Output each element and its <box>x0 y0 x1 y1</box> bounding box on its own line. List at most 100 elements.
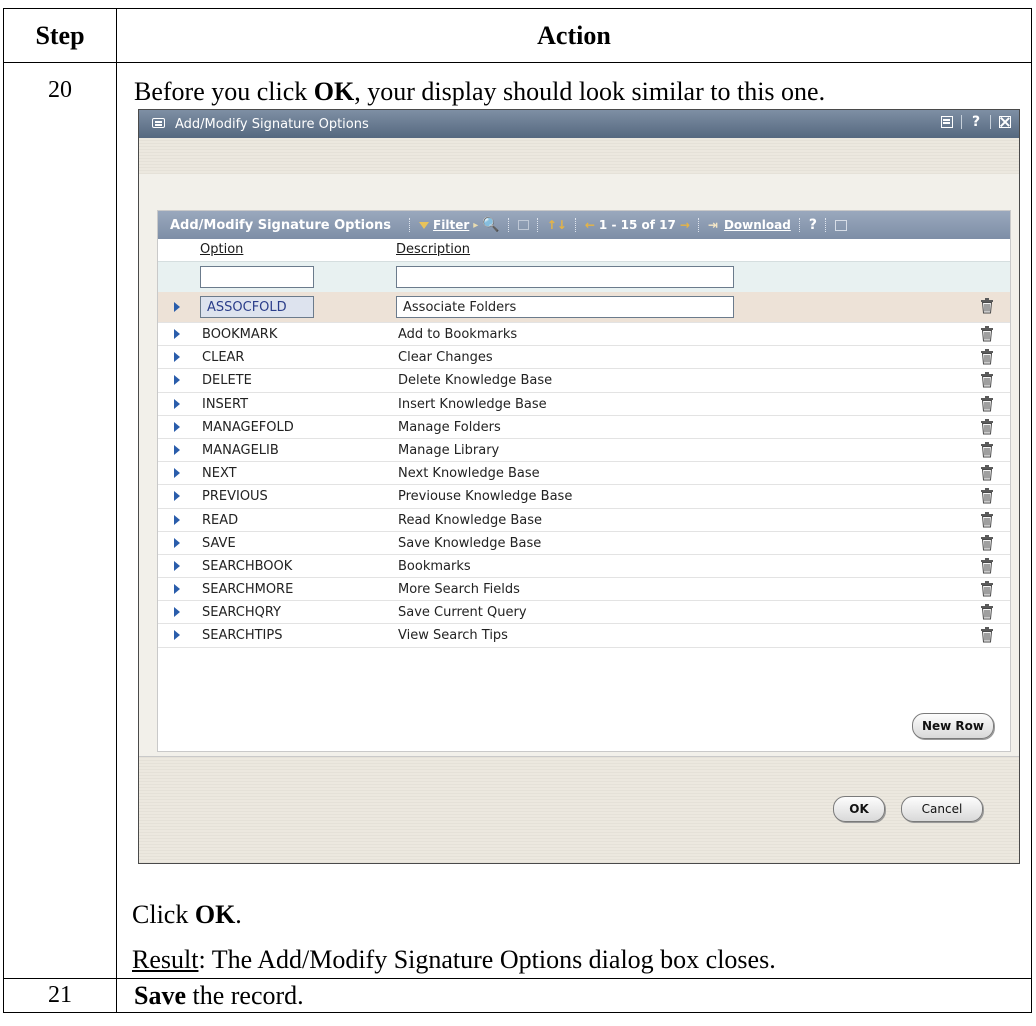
table-row[interactable]: SEARCHTIPS View Search Tips <box>158 624 1010 648</box>
table-row[interactable]: SEARCHBOOK Bookmarks <box>158 555 1010 579</box>
column-headers: Option Description <box>158 239 1010 261</box>
download-icon: ⇥ <box>707 218 718 232</box>
trash-icon[interactable] <box>980 488 994 504</box>
description-cell: Read Knowledge Base <box>398 512 543 528</box>
ok-button[interactable]: OK <box>833 796 885 822</box>
row-expand-icon[interactable] <box>174 444 180 455</box>
option-cell: SEARCHTIPS <box>202 628 283 644</box>
trash-icon[interactable] <box>980 418 994 435</box>
option-cell: MANAGEFOLD <box>202 419 294 435</box>
option-cell: SEARCHQRY <box>202 605 281 621</box>
row-expand-icon[interactable] <box>174 491 180 502</box>
row-expand-icon[interactable] <box>174 560 180 571</box>
binoculars-icon[interactable]: 🔍 <box>482 217 499 233</box>
trash-icon[interactable] <box>980 441 994 458</box>
description-cell[interactable]: Associate Folders <box>396 296 734 318</box>
filter-icon <box>419 221 430 229</box>
options-grid-panel: Add/Modify Signature Options Filter ▸ 🔍 … <box>157 210 1011 752</box>
table-row[interactable]: SEARCHMORE More Search Fields <box>158 578 1010 602</box>
trash-icon[interactable] <box>980 557 994 574</box>
action-header: Action <box>116 8 1032 63</box>
table-row[interactable]: ASSOCFOLD Associate Folders <box>158 292 1010 323</box>
row-expand-icon[interactable] <box>174 537 180 548</box>
description-cell: Delete Knowledge Base <box>398 373 553 389</box>
description-cell: Bookmarks <box>398 558 471 574</box>
columns-icon[interactable] <box>517 220 529 230</box>
result-text: Result: The Add/Modify Signature Options… <box>132 945 776 974</box>
sort-down-icon[interactable]: ↓ <box>557 218 567 232</box>
trash-icon[interactable] <box>980 627 994 643</box>
row-expand-icon[interactable] <box>174 329 180 339</box>
menu-icon[interactable] <box>939 114 955 130</box>
trash-icon[interactable] <box>980 395 994 412</box>
next-page-icon[interactable]: → <box>680 218 690 232</box>
option-cell: NEXT <box>202 466 237 482</box>
close-icon[interactable] <box>997 114 1013 130</box>
description-column-header[interactable]: Description <box>396 242 470 257</box>
trash-icon[interactable] <box>980 326 994 342</box>
dialog-top-band <box>139 138 1019 174</box>
filter-arrow-icon: ▸ <box>473 219 479 231</box>
cancel-button[interactable]: Cancel <box>901 796 983 822</box>
table-row[interactable]: BOOKMARK Add to Bookmarks <box>158 323 1010 347</box>
option-cell: SEARCHBOOK <box>202 558 293 574</box>
table-row[interactable]: READ Read Knowledge Base <box>158 509 1010 532</box>
row-expand-icon[interactable] <box>174 607 180 618</box>
description-cell: Previouse Knowledge Base <box>398 489 573 505</box>
table-row[interactable]: CLEAR Clear Changes <box>158 346 1010 370</box>
trash-icon[interactable] <box>980 349 994 365</box>
table-row[interactable]: NEXT Next Knowledge Base <box>158 462 1010 486</box>
option-column-header[interactable]: Option <box>200 242 243 257</box>
table-row[interactable]: SAVE Save Knowledge Base <box>158 532 1010 555</box>
table-row[interactable]: MANAGEFOLD Manage Folders <box>158 416 1010 439</box>
grid-menu-icon[interactable] <box>834 219 847 231</box>
step-number-20: 20 <box>3 62 117 979</box>
row-expand-icon[interactable] <box>174 421 180 432</box>
option-cell: CLEAR <box>202 350 245 366</box>
dialog-titlebar: Add/Modify Signature Options ? <box>139 110 1019 138</box>
options-rows: ASSOCFOLD Associate Folders BOOKMARK Add to… <box>158 292 1010 648</box>
row-expand-icon[interactable] <box>174 630 180 641</box>
description-cell: Manage Folders <box>398 419 501 435</box>
new-row-button[interactable]: New Row <box>912 713 994 739</box>
dialog-icon <box>151 117 167 131</box>
filter-link[interactable]: Filter <box>433 218 469 232</box>
previous-page-icon[interactable]: ← <box>585 218 595 232</box>
step-header: Step <box>3 8 117 63</box>
grid-help-button[interactable]: ? <box>809 217 817 233</box>
help-button[interactable]: ? <box>968 114 984 130</box>
row-expand-icon[interactable] <box>174 352 180 363</box>
download-link[interactable]: Download <box>724 218 791 232</box>
row-expand-icon[interactable] <box>174 468 180 479</box>
description-cell: Save Current Query <box>398 605 527 621</box>
row-expand-icon[interactable] <box>174 398 180 409</box>
trash-icon[interactable] <box>980 298 994 314</box>
row-expand-icon[interactable] <box>174 514 180 525</box>
option-cell: PREVIOUS <box>202 489 268 505</box>
option-cell: MANAGELIB <box>202 442 279 458</box>
trash-icon[interactable] <box>980 511 994 528</box>
dialog-title: Add/Modify Signature Options <box>175 116 369 132</box>
trash-icon[interactable] <box>980 581 994 597</box>
table-row[interactable]: INSERT Insert Knowledge Base <box>158 393 1010 416</box>
description-cell: Save Knowledge Base <box>398 535 542 551</box>
trash-icon[interactable] <box>980 372 994 388</box>
description-cell: Manage Library <box>398 442 500 458</box>
table-row[interactable]: MANAGELIB Manage Library <box>158 439 1010 463</box>
table-row[interactable]: PREVIOUS Previouse Knowledge Base <box>158 485 1010 509</box>
option-cell[interactable]: ASSOCFOLD <box>200 296 314 318</box>
description-filter-input[interactable] <box>396 266 734 288</box>
row-expand-icon[interactable] <box>174 302 180 312</box>
click-ok-text: Click OK. <box>132 900 242 929</box>
dialog-footer: OK Cancel <box>139 756 1019 863</box>
save-instruction: Save the record. <box>116 978 1032 1013</box>
sort-up-icon[interactable]: ↑ <box>547 218 557 232</box>
table-row[interactable]: DELETE Delete Knowledge Base <box>158 369 1010 393</box>
trash-icon[interactable] <box>980 465 994 481</box>
trash-icon[interactable] <box>980 534 994 551</box>
table-row[interactable]: SEARCHQRY Save Current Query <box>158 601 1010 625</box>
option-filter-input[interactable] <box>200 266 314 288</box>
trash-icon[interactable] <box>980 604 994 620</box>
row-expand-icon[interactable] <box>174 375 180 386</box>
row-expand-icon[interactable] <box>174 584 180 595</box>
